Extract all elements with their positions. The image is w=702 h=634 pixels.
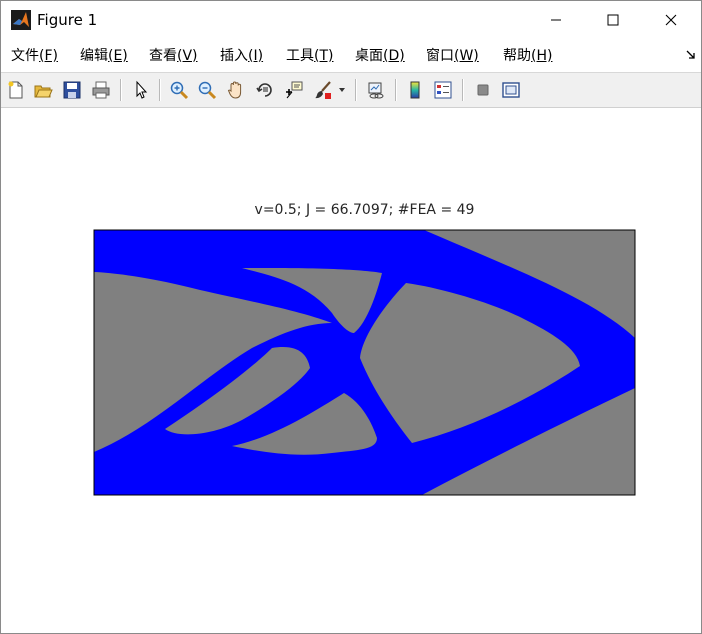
close-button[interactable]	[648, 1, 694, 39]
close-icon	[665, 14, 677, 26]
toolbar-separator	[159, 79, 161, 101]
maximize-button[interactable]	[590, 1, 636, 39]
brush-icon	[315, 81, 331, 99]
zoom-out-button[interactable]	[195, 78, 219, 102]
save-icon	[63, 81, 81, 99]
data-cursor-icon	[286, 81, 303, 99]
plot-title: v=0.5; J = 66.7097; #FEA = 49	[254, 202, 475, 218]
new-figure-button[interactable]	[4, 78, 28, 102]
menu-desktop[interactable]: 桌面(D)	[355, 47, 405, 65]
print-button[interactable]	[89, 78, 113, 102]
insert-colorbar-icon	[410, 81, 420, 99]
menu-view[interactable]: 查看(V)	[149, 47, 198, 65]
hide-plot-tools-button[interactable]	[471, 78, 495, 102]
edit-plot-arrow-icon	[136, 80, 148, 99]
matlab-logo-icon	[11, 10, 31, 30]
figure-window: Figure 1 文件(F) 编辑(E) 查看(V) 插入(I) 工具(T) 桌…	[0, 0, 702, 634]
title-bar[interactable]: Figure 1	[1, 1, 701, 39]
dock-arrow-icon[interactable]	[685, 49, 697, 61]
plot-axes[interactable]	[92, 228, 637, 498]
menu-window[interactable]: 窗口(W)	[426, 47, 479, 65]
insert-legend-icon	[434, 81, 452, 99]
new-figure-icon	[8, 81, 23, 99]
data-cursor-button[interactable]	[282, 78, 306, 102]
pan-button[interactable]	[224, 78, 248, 102]
insert-legend-button[interactable]	[431, 78, 455, 102]
toolbar-separator	[395, 79, 397, 101]
save-button[interactable]	[60, 78, 84, 102]
rotate-3d-icon	[256, 83, 272, 97]
menu-insert[interactable]: 插入(I)	[220, 47, 263, 65]
figure-canvas[interactable]: v=0.5; J = 66.7097; #FEA = 49	[1, 108, 701, 633]
zoom-in-icon	[170, 81, 189, 100]
open-file-icon	[34, 85, 53, 98]
menu-edit[interactable]: 编辑(E)	[80, 47, 128, 65]
print-icon	[92, 81, 110, 99]
zoom-in-button[interactable]	[167, 78, 191, 102]
hide-plot-tools-icon	[477, 84, 489, 96]
minimize-icon	[551, 19, 561, 21]
menu-help[interactable]: 帮助(H)	[503, 47, 552, 65]
figure-toolbar	[1, 72, 701, 108]
zoom-out-icon	[198, 81, 217, 100]
link-plot-button[interactable]	[364, 78, 388, 102]
maximize-icon	[607, 14, 619, 26]
edit-plot-button[interactable]	[129, 78, 153, 102]
menu-file[interactable]: 文件(F)	[11, 47, 58, 65]
brush-dropdown-icon	[339, 88, 345, 92]
show-plot-tools-button[interactable]	[499, 78, 523, 102]
toolbar-separator	[462, 79, 464, 101]
minimize-button[interactable]	[533, 1, 579, 39]
toolbar-separator	[120, 79, 122, 101]
window-title: Figure 1	[37, 11, 98, 29]
pan-hand-icon	[227, 81, 242, 99]
link-plot-icon	[368, 82, 384, 99]
menu-bar: 文件(F) 编辑(E) 查看(V) 插入(I) 工具(T) 桌面(D) 窗口(W…	[1, 41, 701, 71]
insert-colorbar-button[interactable]	[403, 78, 427, 102]
menu-tools[interactable]: 工具(T)	[286, 47, 333, 65]
toolbar-separator	[355, 79, 357, 101]
open-file-button[interactable]	[31, 78, 55, 102]
show-plot-tools-icon	[502, 82, 520, 98]
brush-dropdown-button[interactable]	[335, 78, 349, 102]
brush-button[interactable]	[311, 78, 335, 102]
rotate-3d-button[interactable]	[253, 78, 277, 102]
